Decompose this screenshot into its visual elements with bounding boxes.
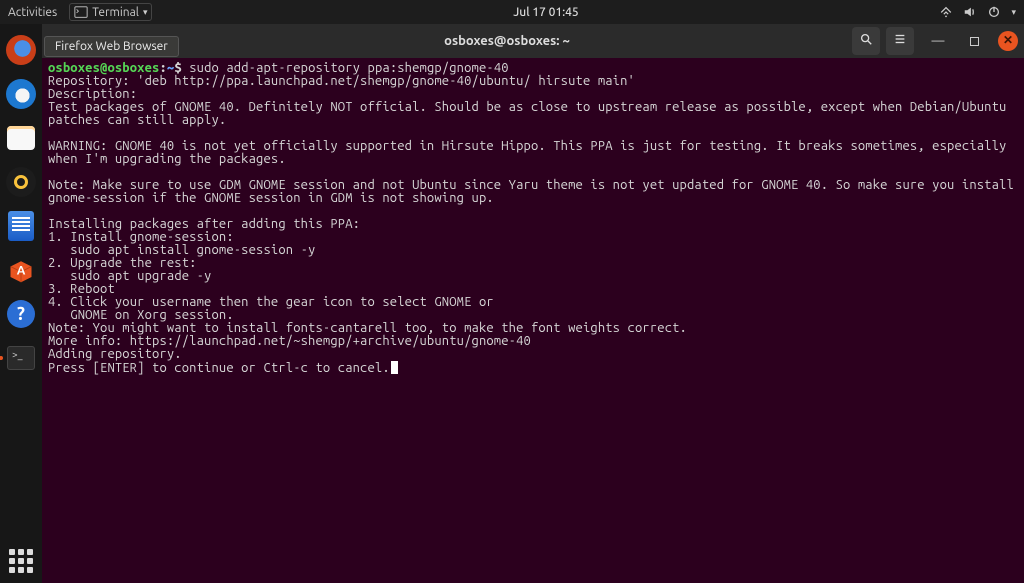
apps-grid-icon [9, 549, 33, 573]
dock: A ? >_ [0, 24, 42, 583]
window-title: osboxes@osboxes: ~ [162, 34, 852, 48]
activities-button[interactable]: Activities [8, 6, 57, 19]
prompt-colon: : [159, 61, 166, 75]
dock-item-files[interactable] [3, 120, 39, 156]
terminal-window: osboxes@osboxes: ~ — ✕ osboxes@osboxes:~… [42, 24, 1024, 583]
terminal-cursor [391, 361, 398, 374]
minimize-button[interactable]: — [926, 29, 950, 53]
close-icon: ✕ [1003, 35, 1013, 47]
close-button[interactable]: ✕ [998, 31, 1018, 51]
terminal-icon [74, 5, 88, 19]
chevron-down-icon: ▾ [143, 7, 148, 18]
dock-item-writer[interactable] [3, 208, 39, 244]
dock-item-firefox[interactable] [3, 32, 39, 68]
app-menu-label: Terminal [92, 6, 139, 19]
thunderbird-icon [6, 79, 36, 109]
dock-item-help[interactable]: ? [3, 296, 39, 332]
titlebar[interactable]: osboxes@osboxes: ~ — ✕ [42, 24, 1024, 58]
terminal-icon: >_ [7, 346, 35, 370]
writer-icon [8, 211, 34, 241]
top-panel: Activities Terminal ▾ Jul 17 01:45 ▾ [0, 0, 1024, 24]
help-icon: ? [7, 300, 35, 328]
show-applications-button[interactable] [3, 543, 39, 579]
titlebar-controls: — ✕ [852, 27, 1018, 55]
maximize-button[interactable] [962, 29, 986, 53]
dock-item-terminal[interactable]: >_ [3, 340, 39, 376]
search-button[interactable] [852, 27, 880, 55]
hamburger-icon [893, 32, 907, 50]
power-icon [987, 5, 1001, 19]
maximize-icon [970, 37, 979, 46]
search-icon [859, 32, 873, 50]
files-icon [7, 126, 35, 150]
panel-left: Activities Terminal ▾ [8, 3, 152, 21]
minimize-icon: — [932, 34, 945, 48]
rhythmbox-icon [6, 167, 36, 197]
dock-item-software[interactable]: A [3, 252, 39, 288]
firefox-icon [6, 35, 36, 65]
app-menu-button[interactable]: Terminal ▾ [69, 3, 152, 21]
dock-tooltip: Firefox Web Browser [44, 36, 179, 57]
clock[interactable]: Jul 17 01:45 [152, 6, 939, 19]
terminal-output[interactable]: osboxes@osboxes:~$ sudo add-apt-reposito… [42, 58, 1024, 583]
dock-item-thunderbird[interactable] [3, 76, 39, 112]
software-icon: A [7, 256, 35, 284]
dock-item-rhythmbox[interactable] [3, 164, 39, 200]
terminal-body-text: Repository: 'deb http://ppa.launchpad.ne… [48, 74, 1021, 375]
prompt-user-host: osboxes@osboxes [48, 61, 159, 75]
network-icon [939, 5, 953, 19]
hamburger-menu-button[interactable] [886, 27, 914, 55]
system-tray[interactable]: ▾ [939, 5, 1016, 19]
svg-text:A: A [17, 264, 26, 277]
volume-icon [963, 5, 977, 19]
command-text: sudo add-apt-repository ppa:shemgp/gnome… [189, 61, 509, 75]
chevron-down-icon: ▾ [1011, 7, 1016, 18]
